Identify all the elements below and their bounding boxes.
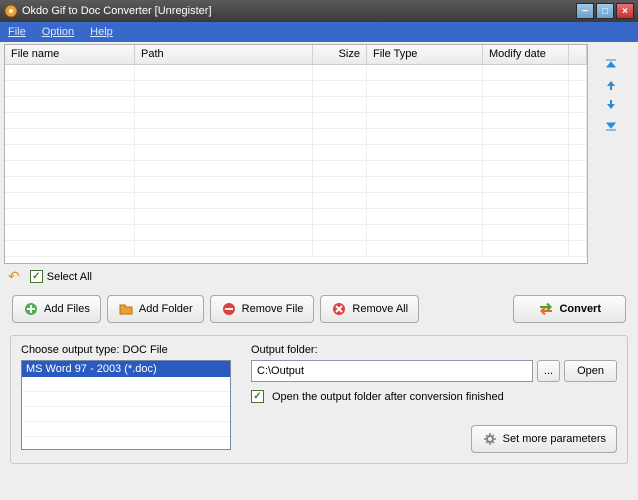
col-filename[interactable]: File name: [5, 45, 135, 64]
select-all-checkbox[interactable]: ✓ Select All: [30, 270, 92, 283]
window-title: Okdo Gif to Doc Converter [Unregister]: [22, 5, 576, 17]
menu-file[interactable]: File: [4, 26, 30, 38]
col-path[interactable]: Path: [135, 45, 313, 64]
undo-icon[interactable]: ↶: [8, 268, 20, 285]
move-top-icon[interactable]: [602, 58, 620, 72]
table-row[interactable]: [5, 129, 587, 145]
table-row[interactable]: [5, 65, 587, 81]
remove-file-label: Remove File: [242, 303, 304, 315]
open-after-label: Open the output folder after conversion …: [272, 391, 504, 403]
remove-all-icon: [331, 301, 347, 317]
gear-icon: [482, 431, 498, 447]
checkbox-icon: ✓: [251, 390, 264, 403]
menubar: File Option Help: [0, 22, 638, 42]
add-files-label: Add Files: [44, 303, 90, 315]
file-table[interactable]: File name Path Size File Type Modify dat…: [4, 44, 588, 264]
move-down-icon[interactable]: [602, 98, 620, 112]
menu-option[interactable]: Option: [38, 26, 78, 38]
table-row[interactable]: [5, 97, 587, 113]
plus-icon: [23, 301, 39, 317]
table-row[interactable]: [5, 225, 587, 241]
open-button[interactable]: Open: [564, 360, 617, 382]
minimize-button[interactable]: −: [576, 3, 594, 19]
remove-all-button[interactable]: Remove All: [320, 295, 419, 323]
move-bottom-icon[interactable]: [602, 118, 620, 132]
folder-icon: [118, 301, 134, 317]
remove-all-label: Remove All: [352, 303, 408, 315]
add-folder-button[interactable]: Add Folder: [107, 295, 204, 323]
set-params-label: Set more parameters: [503, 433, 606, 445]
table-row[interactable]: [5, 113, 587, 129]
convert-button[interactable]: Convert: [513, 295, 626, 323]
close-button[interactable]: ×: [616, 3, 634, 19]
table-row[interactable]: [5, 241, 587, 257]
table-row[interactable]: [5, 161, 587, 177]
checkbox-icon: ✓: [30, 270, 43, 283]
add-files-button[interactable]: Add Files: [12, 295, 101, 323]
table-row[interactable]: [5, 145, 587, 161]
col-size[interactable]: Size: [313, 45, 367, 64]
output-type-listbox[interactable]: MS Word 97 - 2003 (*.doc): [21, 360, 231, 450]
table-row[interactable]: [5, 193, 587, 209]
output-folder-input[interactable]: [251, 360, 533, 382]
browse-button[interactable]: ...: [537, 360, 560, 382]
table-row[interactable]: [5, 209, 587, 225]
listbox-item-selected[interactable]: MS Word 97 - 2003 (*.doc): [22, 361, 230, 377]
menu-help[interactable]: Help: [86, 26, 117, 38]
output-folder-label: Output folder:: [251, 344, 617, 356]
move-up-icon[interactable]: [602, 78, 620, 92]
maximize-button[interactable]: □: [596, 3, 614, 19]
reorder-panel: [588, 42, 630, 264]
set-params-button[interactable]: Set more parameters: [471, 425, 617, 453]
open-after-checkbox[interactable]: ✓ Open the output folder after conversio…: [251, 390, 617, 403]
col-filetype[interactable]: File Type: [367, 45, 483, 64]
titlebar: Okdo Gif to Doc Converter [Unregister] −…: [0, 0, 638, 22]
remove-file-button[interactable]: Remove File: [210, 295, 315, 323]
convert-label: Convert: [559, 303, 601, 315]
select-all-label: Select All: [47, 271, 92, 283]
table-row[interactable]: [5, 81, 587, 97]
col-modify[interactable]: Modify date: [483, 45, 569, 64]
output-type-label: Choose output type: DOC File: [21, 344, 231, 356]
output-panel: Choose output type: DOC File MS Word 97 …: [10, 335, 628, 464]
minus-icon: [221, 301, 237, 317]
app-icon: [4, 4, 18, 18]
table-row[interactable]: [5, 177, 587, 193]
add-folder-label: Add Folder: [139, 303, 193, 315]
convert-icon: [538, 301, 554, 317]
